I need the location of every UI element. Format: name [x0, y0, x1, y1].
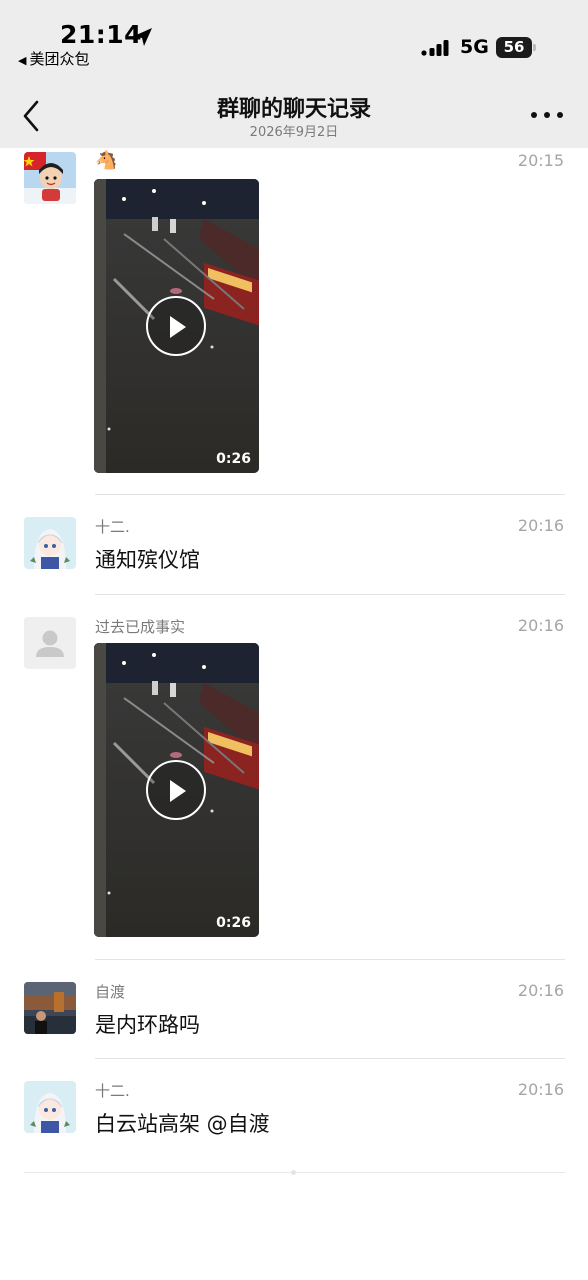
avatar-image: [24, 982, 76, 1034]
top-bar: 21:14 ◀ 美团众包 5G 56 群聊的聊天记录 2026年9月2日: [0, 0, 588, 148]
divider: [95, 594, 565, 595]
page-subtitle: 2026年9月2日: [249, 125, 339, 140]
video-message[interactable]: 0:26: [94, 179, 259, 473]
sender-name: 十二.: [95, 518, 130, 536]
avatar[interactable]: [24, 982, 76, 1034]
avatar[interactable]: [24, 1081, 76, 1133]
divider: [95, 959, 565, 960]
sender-name: 🐴: [95, 150, 118, 171]
video-message[interactable]: 0:26: [94, 643, 259, 937]
default-user-icon: [24, 617, 76, 669]
network-label: 5G: [460, 36, 489, 58]
sender-name: 过去已成事实: [95, 618, 186, 636]
avatar-image: [24, 1081, 76, 1133]
sender-name: 自渡: [95, 983, 126, 1001]
play-icon: [170, 316, 186, 338]
more-options-icon[interactable]: [530, 110, 564, 120]
message-time: 20:16: [517, 1080, 564, 1099]
play-button[interactable]: [146, 296, 206, 356]
battery-level: 56: [503, 38, 525, 56]
divider: [95, 1058, 565, 1059]
play-icon: [170, 780, 186, 802]
avatar[interactable]: [24, 517, 76, 569]
sender-name: 十二.: [95, 1082, 130, 1100]
back-to-app-link[interactable]: ◀ 美团众包: [18, 48, 89, 69]
avatar-default[interactable]: [24, 617, 76, 669]
location-arrow-icon: [134, 28, 152, 46]
message-time: 20:16: [517, 516, 564, 535]
signal-icon: [421, 40, 449, 56]
video-duration: 0:26: [216, 451, 251, 467]
back-triangle-icon: ◀: [18, 54, 27, 67]
message-text: 白云站高架 @自渡: [95, 1112, 270, 1136]
end-dot: [291, 1170, 296, 1175]
message-time: 20:15: [517, 151, 564, 170]
battery-icon: 56: [496, 37, 532, 58]
page-title: 群聊的聊天记录: [216, 97, 371, 122]
video-duration: 0:26: [216, 915, 251, 931]
battery-cap: [533, 44, 536, 51]
message-time: 20:16: [517, 981, 564, 1000]
back-app-label: 美团众包: [29, 50, 90, 68]
avatar[interactable]: [24, 152, 76, 204]
avatar-image: [24, 517, 76, 569]
avatar-image: [24, 152, 76, 204]
play-button[interactable]: [146, 760, 206, 820]
message-text: 通知殡仪馆: [95, 548, 200, 572]
message-text: 是内环路吗: [95, 1013, 200, 1037]
message-time: 20:16: [517, 616, 564, 635]
status-time: 21:14: [60, 20, 143, 49]
divider: [95, 494, 565, 495]
